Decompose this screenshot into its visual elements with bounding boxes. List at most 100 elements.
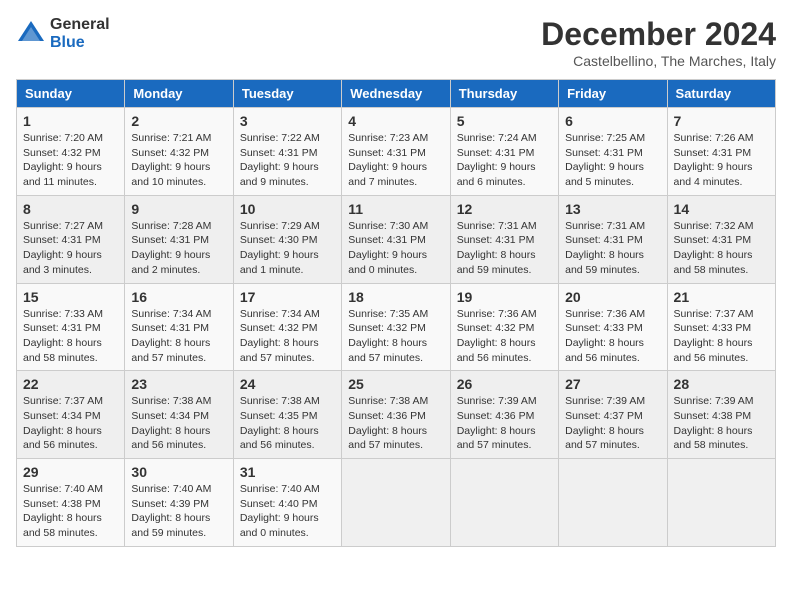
weekday-header: Thursday: [450, 80, 558, 108]
day-number: 4: [348, 113, 443, 129]
day-number: 25: [348, 376, 443, 392]
calendar-cell: 6 Sunrise: 7:25 AM Sunset: 4:31 PM Daylig…: [559, 108, 667, 196]
page-header: General Blue December 2024 Castelbellino…: [16, 16, 776, 69]
day-number: 19: [457, 289, 552, 305]
day-number: 26: [457, 376, 552, 392]
day-info: Sunrise: 7:39 AM Sunset: 4:38 PM Dayligh…: [674, 394, 769, 453]
day-number: 31: [240, 464, 335, 480]
day-number: 14: [674, 201, 769, 217]
day-info: Sunrise: 7:30 AM Sunset: 4:31 PM Dayligh…: [348, 219, 443, 278]
title-section: December 2024 Castelbellino, The Marches…: [541, 16, 776, 69]
calendar-cell: 10 Sunrise: 7:29 AM Sunset: 4:30 PM Dayli…: [233, 195, 341, 283]
day-number: 16: [131, 289, 226, 305]
day-info: Sunrise: 7:39 AM Sunset: 4:37 PM Dayligh…: [565, 394, 660, 453]
day-info: Sunrise: 7:25 AM Sunset: 4:31 PM Dayligh…: [565, 131, 660, 190]
location: Castelbellino, The Marches, Italy: [541, 53, 776, 69]
day-info: Sunrise: 7:38 AM Sunset: 4:36 PM Dayligh…: [348, 394, 443, 453]
calendar-cell: 9Sunrise: 7:28 AM Sunset: 4:31 PM Daylig…: [125, 195, 233, 283]
day-info: Sunrise: 7:38 AM Sunset: 4:34 PM Dayligh…: [131, 394, 226, 453]
calendar-cell: 7 Sunrise: 7:26 AM Sunset: 4:31 PM Daylig…: [667, 108, 775, 196]
logo: General Blue: [16, 16, 110, 51]
day-number: 24: [240, 376, 335, 392]
calendar-cell: 11Sunrise: 7:30 AM Sunset: 4:31 PM Dayli…: [342, 195, 450, 283]
calendar-cell: 24 Sunrise: 7:38 AM Sunset: 4:35 PM Dayli…: [233, 371, 341, 459]
calendar-week-row: 29 Sunrise: 7:40 AM Sunset: 4:38 PM Dayli…: [17, 459, 776, 547]
day-info: Sunrise: 7:32 AM Sunset: 4:31 PM Dayligh…: [674, 219, 769, 278]
day-info: Sunrise: 7:26 AM Sunset: 4:31 PM Dayligh…: [674, 131, 769, 190]
weekday-header: Monday: [125, 80, 233, 108]
weekday-header: Sunday: [17, 80, 125, 108]
day-number: 29: [23, 464, 118, 480]
day-number: 18: [348, 289, 443, 305]
day-number: 3: [240, 113, 335, 129]
day-number: 6: [565, 113, 660, 129]
calendar-cell: 14 Sunrise: 7:32 AM Sunset: 4:31 PM Dayli…: [667, 195, 775, 283]
day-number: 21: [674, 289, 769, 305]
calendar-cell: 13Sunrise: 7:31 AM Sunset: 4:31 PM Dayli…: [559, 195, 667, 283]
calendar-cell: 26 Sunrise: 7:39 AM Sunset: 4:36 PM Dayli…: [450, 371, 558, 459]
day-number: 27: [565, 376, 660, 392]
logo-general-text: General: [50, 16, 110, 34]
day-info: Sunrise: 7:40 AM Sunset: 4:40 PM Dayligh…: [240, 482, 335, 541]
calendar-cell: 19 Sunrise: 7:36 AM Sunset: 4:32 PM Dayli…: [450, 283, 558, 371]
calendar-cell: 23Sunrise: 7:38 AM Sunset: 4:34 PM Dayli…: [125, 371, 233, 459]
calendar-cell: 15Sunrise: 7:33 AM Sunset: 4:31 PM Dayli…: [17, 283, 125, 371]
logo-blue-text: Blue: [50, 34, 110, 52]
day-number: 30: [131, 464, 226, 480]
weekday-header: Tuesday: [233, 80, 341, 108]
weekday-header: Friday: [559, 80, 667, 108]
calendar-cell: 30 Sunrise: 7:40 AM Sunset: 4:39 PM Dayli…: [125, 459, 233, 547]
calendar-cell: 18Sunrise: 7:35 AM Sunset: 4:32 PM Dayli…: [342, 283, 450, 371]
calendar-cell: 2 Sunrise: 7:21 AM Sunset: 4:32 PM Daylig…: [125, 108, 233, 196]
calendar-cell: [559, 459, 667, 547]
day-number: 20: [565, 289, 660, 305]
day-info: Sunrise: 7:23 AM Sunset: 4:31 PM Dayligh…: [348, 131, 443, 190]
day-info: Sunrise: 7:29 AM Sunset: 4:30 PM Dayligh…: [240, 219, 335, 278]
calendar-cell: 12Sunrise: 7:31 AM Sunset: 4:31 PM Dayli…: [450, 195, 558, 283]
day-info: Sunrise: 7:24 AM Sunset: 4:31 PM Dayligh…: [457, 131, 552, 190]
calendar-header-row: SundayMondayTuesdayWednesdayThursdayFrid…: [17, 80, 776, 108]
day-info: Sunrise: 7:40 AM Sunset: 4:39 PM Dayligh…: [131, 482, 226, 541]
day-info: Sunrise: 7:36 AM Sunset: 4:32 PM Dayligh…: [457, 307, 552, 366]
calendar-cell: 5 Sunrise: 7:24 AM Sunset: 4:31 PM Daylig…: [450, 108, 558, 196]
calendar-cell: 31 Sunrise: 7:40 AM Sunset: 4:40 PM Dayli…: [233, 459, 341, 547]
calendar-cell: [450, 459, 558, 547]
logo-icon: [16, 19, 46, 49]
day-number: 15: [23, 289, 118, 305]
day-info: Sunrise: 7:20 AM Sunset: 4:32 PM Dayligh…: [23, 131, 118, 190]
calendar-week-row: 8 Sunrise: 7:27 AM Sunset: 4:31 PM Daylig…: [17, 195, 776, 283]
calendar-cell: 29 Sunrise: 7:40 AM Sunset: 4:38 PM Dayli…: [17, 459, 125, 547]
calendar-cell: 3Sunrise: 7:22 AM Sunset: 4:31 PM Daylig…: [233, 108, 341, 196]
day-info: Sunrise: 7:34 AM Sunset: 4:31 PM Dayligh…: [131, 307, 226, 366]
day-number: 22: [23, 376, 118, 392]
calendar-cell: 25 Sunrise: 7:38 AM Sunset: 4:36 PM Dayli…: [342, 371, 450, 459]
day-info: Sunrise: 7:31 AM Sunset: 4:31 PM Dayligh…: [565, 219, 660, 278]
day-info: Sunrise: 7:40 AM Sunset: 4:38 PM Dayligh…: [23, 482, 118, 541]
month-title: December 2024: [541, 16, 776, 53]
day-number: 8: [23, 201, 118, 217]
day-info: Sunrise: 7:39 AM Sunset: 4:36 PM Dayligh…: [457, 394, 552, 453]
day-info: Sunrise: 7:34 AM Sunset: 4:32 PM Dayligh…: [240, 307, 335, 366]
day-number: 2: [131, 113, 226, 129]
day-info: Sunrise: 7:27 AM Sunset: 4:31 PM Dayligh…: [23, 219, 118, 278]
day-number: 7: [674, 113, 769, 129]
calendar-cell: 20 Sunrise: 7:36 AM Sunset: 4:33 PM Dayli…: [559, 283, 667, 371]
calendar-cell: 27 Sunrise: 7:39 AM Sunset: 4:37 PM Dayli…: [559, 371, 667, 459]
calendar-week-row: 22 Sunrise: 7:37 AM Sunset: 4:34 PM Dayli…: [17, 371, 776, 459]
calendar-cell: 8 Sunrise: 7:27 AM Sunset: 4:31 PM Daylig…: [17, 195, 125, 283]
day-info: Sunrise: 7:38 AM Sunset: 4:35 PM Dayligh…: [240, 394, 335, 453]
calendar-cell: 16 Sunrise: 7:34 AM Sunset: 4:31 PM Dayli…: [125, 283, 233, 371]
weekday-header: Saturday: [667, 80, 775, 108]
day-number: 10: [240, 201, 335, 217]
day-info: Sunrise: 7:37 AM Sunset: 4:34 PM Dayligh…: [23, 394, 118, 453]
calendar-body: 1 Sunrise: 7:20 AM Sunset: 4:32 PM Daylig…: [17, 108, 776, 547]
day-number: 1: [23, 113, 118, 129]
day-info: Sunrise: 7:37 AM Sunset: 4:33 PM Dayligh…: [674, 307, 769, 366]
day-info: Sunrise: 7:31 AM Sunset: 4:31 PM Dayligh…: [457, 219, 552, 278]
day-info: Sunrise: 7:36 AM Sunset: 4:33 PM Dayligh…: [565, 307, 660, 366]
calendar-cell: 28 Sunrise: 7:39 AM Sunset: 4:38 PM Dayli…: [667, 371, 775, 459]
day-info: Sunrise: 7:21 AM Sunset: 4:32 PM Dayligh…: [131, 131, 226, 190]
day-number: 28: [674, 376, 769, 392]
day-number: 5: [457, 113, 552, 129]
calendar-cell: 1 Sunrise: 7:20 AM Sunset: 4:32 PM Daylig…: [17, 108, 125, 196]
